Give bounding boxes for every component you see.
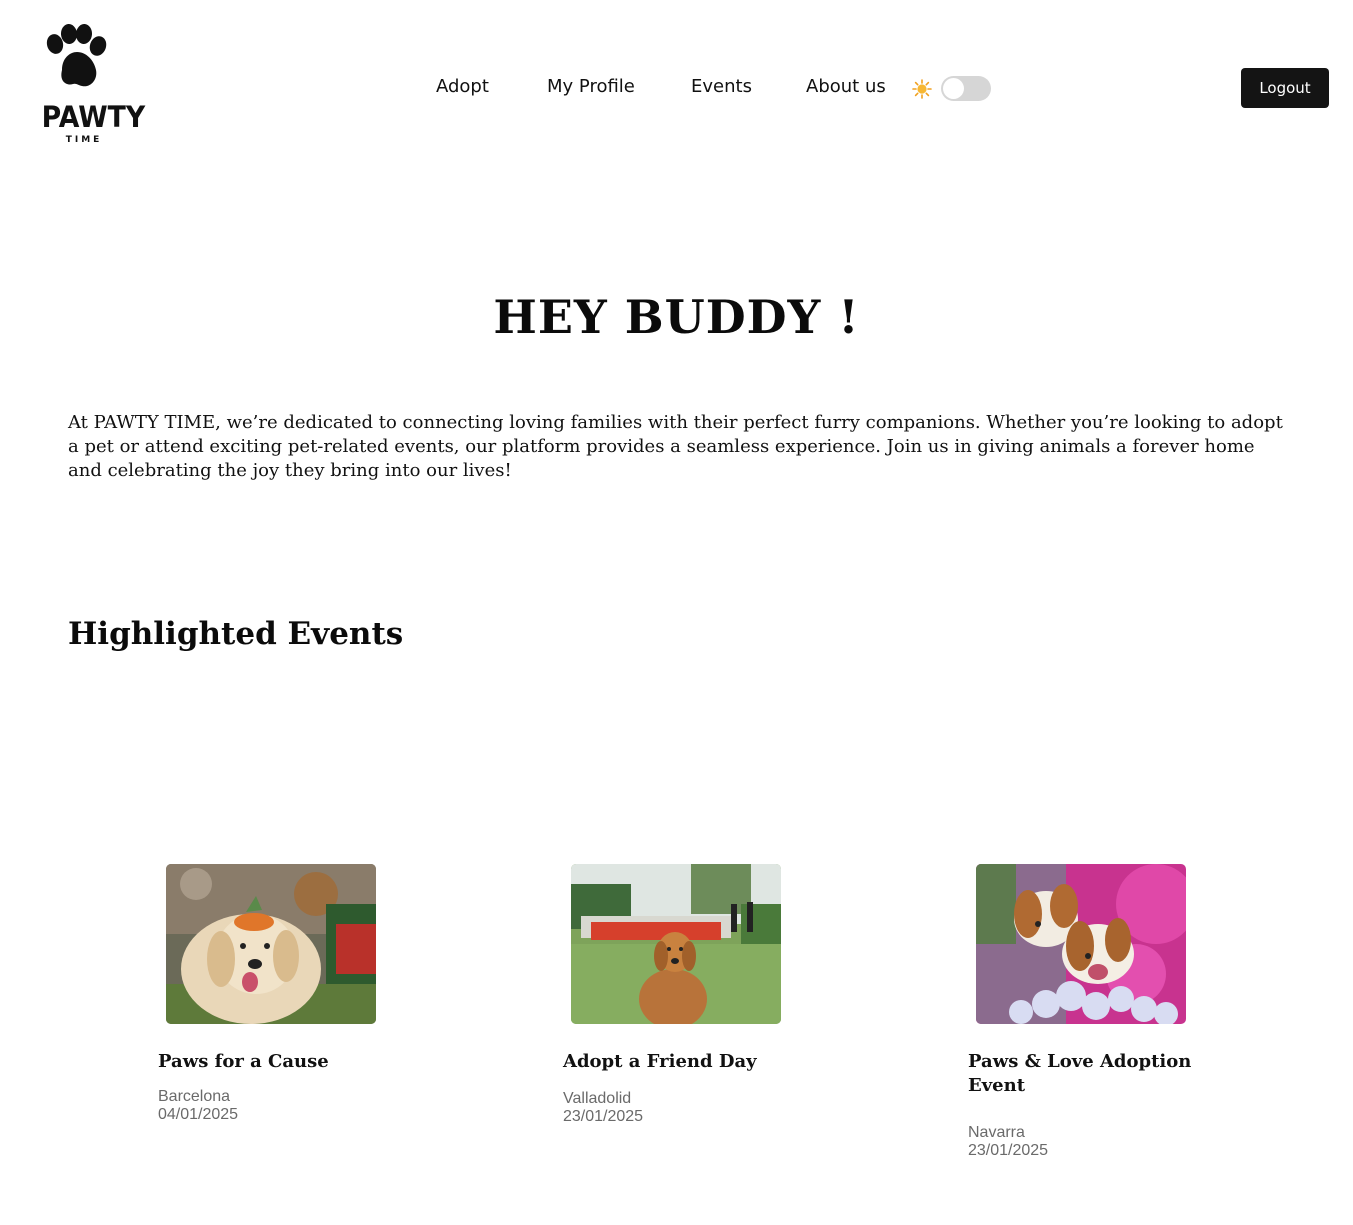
theme-toggle[interactable] (941, 76, 991, 101)
brand-tagline: TIME (65, 135, 103, 145)
main-nav: Adopt My Profile Events About us (0, 76, 1353, 102)
event-date: 04/01/2025 (158, 1106, 239, 1123)
event-date: 23/01/2025 (968, 1142, 1049, 1159)
event-location: Valladolid (563, 1090, 632, 1107)
event-title[interactable]: Adopt a Friend Day (563, 1050, 791, 1074)
event-date: 23/01/2025 (563, 1108, 644, 1125)
nav-link-my-profile[interactable]: My Profile (547, 76, 635, 97)
highlighted-events-heading: Highlighted Events (68, 616, 404, 652)
logout-button[interactable]: Logout (1241, 68, 1329, 108)
event-image-golden-retriever-party[interactable] (166, 864, 376, 1024)
nav-link-adopt[interactable]: Adopt (436, 76, 489, 97)
intro-paragraph: At PAWTY TIME, we’re dedicated to connec… (68, 412, 1283, 481)
nav-link-about-us[interactable]: About us (806, 76, 886, 97)
brand-name: PAWTY (41, 100, 146, 134)
event-title[interactable]: Paws & Love Adoption Event (968, 1050, 1196, 1098)
nav-link-events[interactable]: Events (691, 76, 752, 97)
toggle-knob (943, 78, 964, 99)
sun-icon (912, 79, 932, 104)
event-location: Barcelona (158, 1088, 231, 1105)
event-title[interactable]: Paws for a Cause (158, 1050, 386, 1074)
event-image-beagles-with-balloons[interactable] (976, 864, 1186, 1024)
event-location: Navarra (968, 1124, 1025, 1141)
event-image-dog-sitting-in-park[interactable] (571, 864, 781, 1024)
page-title: HEY BUDDY ! (493, 290, 860, 344)
